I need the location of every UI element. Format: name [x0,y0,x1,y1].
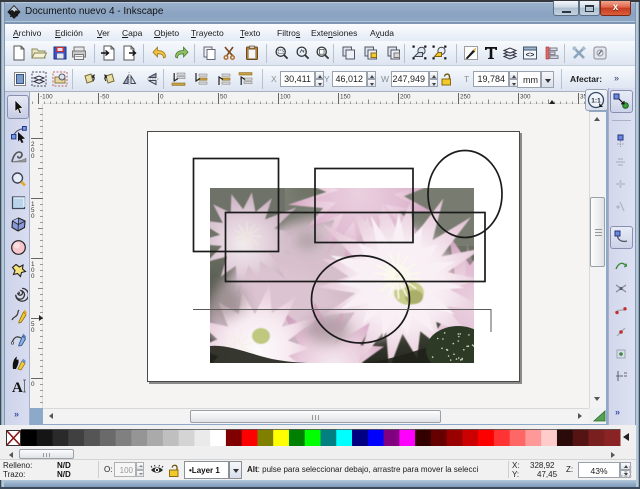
svg-text:1:1: 1:1 [591,98,601,105]
